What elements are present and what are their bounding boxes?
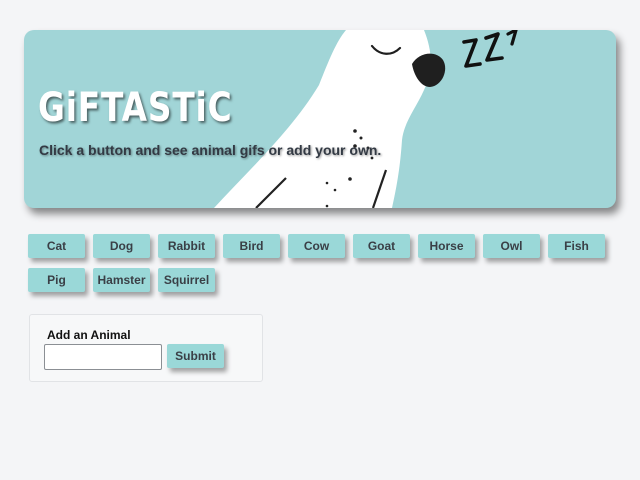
animal-button-dog[interactable]: Dog (93, 234, 150, 258)
submit-button[interactable]: Submit (167, 344, 224, 368)
animal-button-rabbit[interactable]: Rabbit (158, 234, 215, 258)
animal-button-squirrel[interactable]: Squirrel (158, 268, 215, 292)
animal-button-fish[interactable]: Fish (548, 234, 605, 258)
app-logo: GiFTASTiC (38, 85, 233, 131)
animal-button-hamster[interactable]: Hamster (93, 268, 150, 292)
animal-button-cat[interactable]: Cat (28, 234, 85, 258)
tagline: Click a button and see animal gifs or ad… (39, 142, 382, 158)
add-animal-form: Add an Animal Submit (29, 314, 263, 382)
animal-button-pig[interactable]: Pig (28, 268, 85, 292)
animal-input[interactable] (44, 344, 162, 370)
animal-button-owl[interactable]: Owl (483, 234, 540, 258)
animal-button-goat[interactable]: Goat (353, 234, 410, 258)
zzz-icon (462, 30, 518, 68)
animal-button-cow[interactable]: Cow (288, 234, 345, 258)
animal-button-horse[interactable]: Horse (418, 234, 475, 258)
add-animal-label: Add an Animal (47, 328, 131, 342)
animal-button-bird[interactable]: Bird (223, 234, 280, 258)
header-banner: GiFTASTiC Click a button and see animal … (24, 30, 616, 208)
